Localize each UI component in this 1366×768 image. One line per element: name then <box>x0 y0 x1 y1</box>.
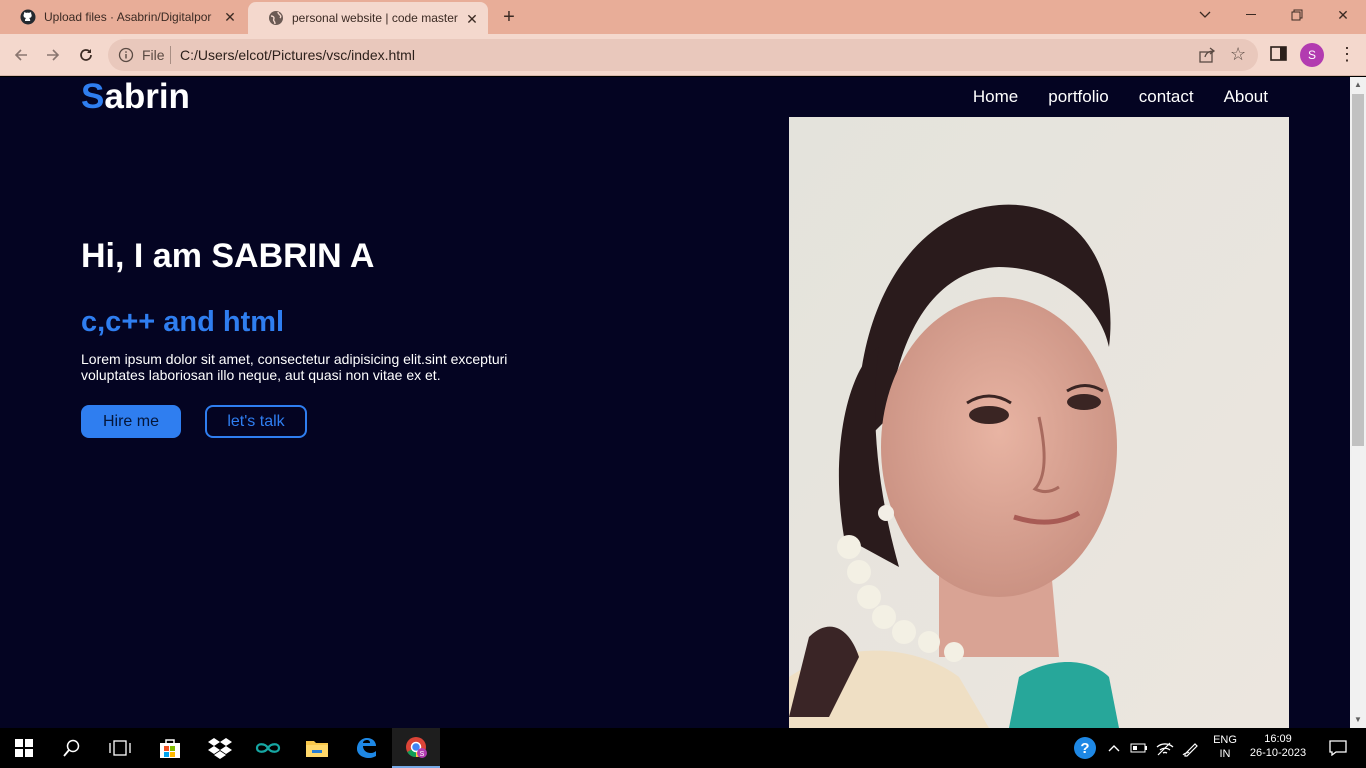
microsoft-store-icon[interactable] <box>146 728 194 768</box>
more-menu-icon[interactable]: ⋮ <box>1338 43 1356 67</box>
url-text[interactable]: C:/Users/elcot/Pictures/vsc/index.html <box>180 47 415 63</box>
divider <box>170 46 171 64</box>
plus-icon[interactable]: + <box>498 6 520 28</box>
svg-text:S: S <box>420 751 425 758</box>
search-icon[interactable] <box>48 728 96 768</box>
back-arrow-icon[interactable] <box>9 43 33 67</box>
info-icon[interactable] <box>118 47 134 63</box>
notification-icon[interactable] <box>1318 728 1358 768</box>
clock-date: 26-10-2023 <box>1249 747 1307 759</box>
forward-arrow-icon[interactable] <box>41 43 65 67</box>
svg-text:?: ? <box>1080 740 1089 757</box>
close-icon[interactable]: ✕ <box>464 11 480 27</box>
wifi-icon[interactable] <box>1152 728 1178 768</box>
nav-about[interactable]: About <box>1224 87 1268 107</box>
profile-avatar[interactable]: S <box>1300 43 1324 67</box>
browser-tab-strip: Upload files · Asabrin/Digitalpor ✕ pers… <box>0 0 1366 34</box>
share-icon[interactable] <box>1198 46 1216 64</box>
clock-time: 16:09 <box>1264 733 1292 745</box>
input-language[interactable]: ENG IN <box>1206 733 1244 761</box>
taskbar: S ? ENG IN 16:09 26-10-2023 <box>0 728 1366 768</box>
github-icon <box>20 9 36 25</box>
site-nav: Home portfolio contact About <box>973 87 1268 107</box>
windows-start-icon[interactable] <box>0 728 48 768</box>
tab-github-upload[interactable]: Upload files · Asabrin/Digitalpor ✕ <box>0 0 246 34</box>
dropbox-icon[interactable] <box>196 728 244 768</box>
site-logo[interactable]: Sabrin <box>81 77 190 117</box>
tab-title: personal website | code master <box>292 11 458 25</box>
hero-skills: c,c++ and html <box>81 306 285 338</box>
task-view-icon[interactable] <box>96 728 144 768</box>
star-icon[interactable]: ☆ <box>1230 44 1246 65</box>
chevron-down-icon[interactable] <box>1182 0 1228 30</box>
logo-rest: abrin <box>104 77 190 116</box>
pen-icon[interactable] <box>1178 728 1204 768</box>
language-label: ENG <box>1213 734 1237 746</box>
url-scheme-label: File <box>142 47 165 63</box>
logo-first-letter: S <box>81 77 105 116</box>
tab-personal-website[interactable]: personal website | code master ✕ <box>248 2 488 34</box>
chrome-icon[interactable]: S <box>392 728 440 768</box>
file-explorer-icon[interactable] <box>293 728 341 768</box>
close-icon[interactable]: ✕ <box>222 9 238 25</box>
clock[interactable]: 16:09 26-10-2023 <box>1244 732 1312 760</box>
lets-talk-button[interactable]: let's talk <box>205 405 307 438</box>
scrollbar-thumb[interactable] <box>1352 94 1364 446</box>
nav-contact[interactable]: contact <box>1139 87 1194 107</box>
globe-icon <box>268 10 284 26</box>
scroll-down-icon[interactable]: ▼ <box>1350 712 1366 728</box>
show-hidden-icons-chevron-icon[interactable] <box>1102 728 1126 768</box>
nav-home[interactable]: Home <box>973 87 1018 107</box>
edge-icon[interactable] <box>342 728 390 768</box>
region-label: IN <box>1219 748 1231 760</box>
hero-greeting: Hi, I am SABRIN A <box>81 237 375 275</box>
hire-me-button[interactable]: Hire me <box>81 405 181 438</box>
close-window-icon[interactable]: ✕ <box>1320 0 1366 30</box>
hero-description: Lorem ipsum dolor sit amet, consectetur … <box>81 351 508 383</box>
page-scrollbar[interactable]: ▲ ▼ <box>1350 77 1366 728</box>
reload-icon[interactable] <box>74 43 98 67</box>
browser-toolbar: File C:/Users/elcot/Pictures/vsc/index.h… <box>0 34 1366 76</box>
minimize-icon[interactable] <box>1228 0 1274 30</box>
side-panel-icon[interactable] <box>1270 46 1288 62</box>
scroll-up-icon[interactable]: ▲ <box>1350 77 1366 93</box>
arduino-icon[interactable] <box>244 728 292 768</box>
nav-portfolio[interactable]: portfolio <box>1048 87 1108 107</box>
battery-icon[interactable] <box>1126 728 1152 768</box>
restore-icon[interactable] <box>1274 0 1320 30</box>
tab-title: Upload files · Asabrin/Digitalpor <box>44 10 212 24</box>
address-bar[interactable]: File C:/Users/elcot/Pictures/vsc/index.h… <box>108 39 1258 71</box>
profile-photo <box>789 117 1289 728</box>
web-page: Sabrin Home portfolio contact About Hi, … <box>0 77 1350 728</box>
